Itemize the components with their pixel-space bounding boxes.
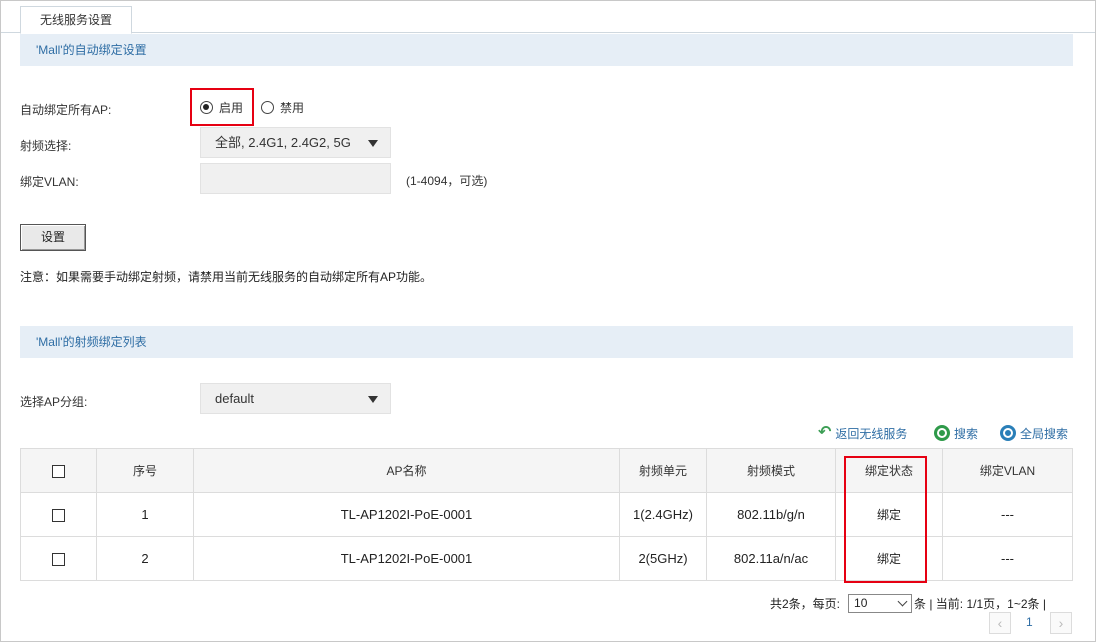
vlan-label: 绑定VLAN:: [20, 175, 79, 189]
tab-wireless-service-settings[interactable]: 无线服务设置: [20, 6, 133, 34]
global-search-icon: [1000, 425, 1016, 441]
row-ap-name: TL-AP1202I-PoE-0001: [193, 536, 620, 581]
global-search-link-label: 全局搜索: [1020, 426, 1069, 441]
enable-radio-label[interactable]: 启用: [219, 99, 243, 116]
column-header-radio-mode: 射频模式: [706, 448, 836, 493]
search-link[interactable]: 搜索: [934, 423, 978, 443]
pagination-total: 共2条，每页:: [770, 597, 841, 611]
column-header-ap-name: AP名称: [193, 448, 620, 493]
vlan-input[interactable]: [200, 163, 391, 194]
next-page-button[interactable]: ›: [1050, 612, 1072, 634]
search-link-label: 搜索: [954, 426, 979, 441]
row-select-cell: [20, 536, 97, 581]
back-arrow-icon: ↶: [818, 424, 832, 441]
ap-group-label: 选择AP分组:: [20, 395, 88, 409]
chevron-down-icon: [368, 140, 378, 147]
column-header-index: 序号: [96, 448, 194, 493]
enable-radio[interactable]: [200, 100, 213, 114]
prev-page-button[interactable]: ‹: [989, 612, 1011, 634]
back-link-label: 返回无线服务: [835, 426, 908, 441]
row-radio-unit: 2(5GHz): [619, 536, 707, 581]
row-index: 1: [96, 492, 194, 537]
auto-bind-label: 自动绑定所有AP:: [20, 103, 112, 117]
row-index: 2: [96, 536, 194, 581]
select-all-checkbox[interactable]: [52, 464, 65, 478]
search-icon: [934, 425, 950, 441]
disable-radio-label[interactable]: 禁用: [280, 99, 304, 116]
row-checkbox[interactable]: [52, 509, 65, 523]
ap-group-dropdown[interactable]: default: [200, 383, 391, 414]
row-radio-mode: 802.11a/n/ac: [706, 536, 836, 581]
row-select-cell: [20, 492, 97, 537]
row-checkbox[interactable]: [52, 553, 65, 567]
manual-bind-note: 注意：如果需要手动绑定射频，请禁用当前无线服务的自动绑定所有AP功能。: [20, 270, 433, 284]
disable-radio[interactable]: [261, 100, 275, 114]
radio-select-label: 射频选择:: [20, 139, 72, 153]
binding-list-section-header: 'Mall'的射频绑定列表: [20, 326, 1073, 358]
row-bind-vlan: ---: [942, 536, 1073, 581]
column-header-bind-vlan: 绑定VLAN: [942, 448, 1073, 493]
pagination-summary: 条 | 当前: 1/1页，1~2条 |: [914, 597, 1046, 611]
auto-bind-section-header: 'Mall'的自动绑定设置: [20, 34, 1073, 66]
row-radio-mode: 802.11b/g/n: [706, 492, 836, 537]
row-bind-vlan: ---: [942, 492, 1073, 537]
tab-bar: 无线服务设置: [1, 1, 1095, 34]
chevron-down-icon: [897, 596, 908, 607]
row-ap-name: TL-AP1202I-PoE-0001: [193, 492, 620, 537]
column-header-radio-unit: 射频单元: [619, 448, 707, 493]
back-to-wireless-service-link[interactable]: ↶ 返回无线服务: [818, 423, 907, 443]
vlan-hint: (1-4094，可选): [406, 174, 488, 188]
page-number-1[interactable]: 1: [1026, 615, 1033, 629]
ap-group-value: default: [215, 391, 255, 406]
pagination-bar: 共2条，每页: 10 条 | 当前: 1/1页，1~2条 |: [770, 594, 1046, 613]
select-all-header: [20, 448, 97, 493]
radio-select-dropdown[interactable]: 全部, 2.4G1, 2.4G2, 5G: [200, 127, 391, 158]
bind-status-highlight-box: [844, 456, 927, 583]
set-button[interactable]: 设置: [20, 224, 86, 251]
radio-select-value: 全部, 2.4G1, 2.4G2, 5G: [215, 135, 351, 150]
per-page-select[interactable]: 10: [848, 594, 913, 613]
global-search-link[interactable]: 全局搜索: [1000, 423, 1068, 443]
auto-bind-radio-group: 启用 禁用: [200, 97, 304, 117]
chevron-down-icon: [368, 396, 378, 403]
per-page-value: 10: [854, 596, 868, 610]
row-radio-unit: 1(2.4GHz): [619, 492, 707, 537]
